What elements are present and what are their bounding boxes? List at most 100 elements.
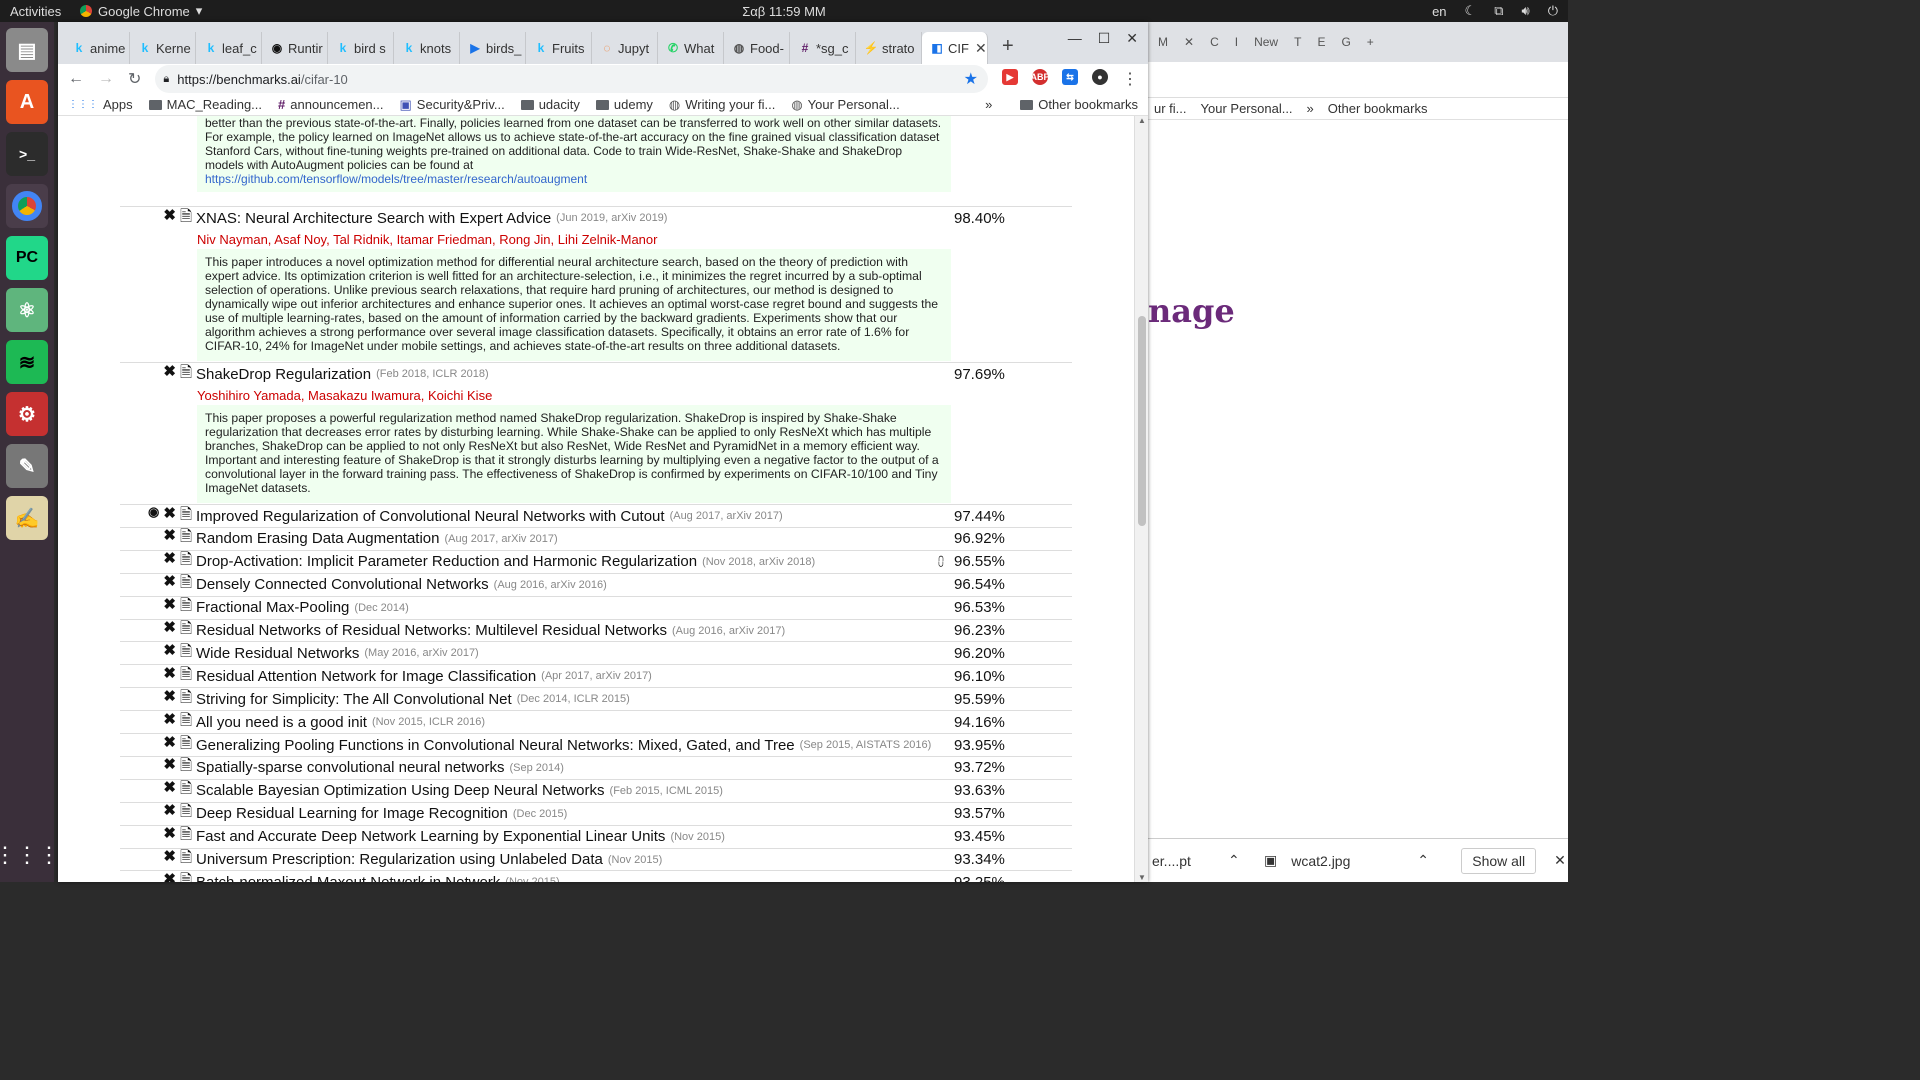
document-icon[interactable]: 🗎︎ (180, 687, 192, 712)
scroll-down-arrow-icon[interactable]: ▼ (1138, 873, 1146, 882)
document-icon[interactable]: 🗎︎ (180, 572, 192, 597)
bookmark-security-priv[interactable]: ▣ Security&Priv... (400, 97, 505, 113)
settings-icon[interactable]: ⚙ (6, 392, 48, 436)
back-tab[interactable]: M (1152, 28, 1174, 56)
paper-title[interactable]: Residual Networks of Residual Networks: … (196, 622, 667, 639)
show-all-button[interactable]: Show all (1461, 847, 1537, 874)
download-item[interactable]: wcat2.jpg (1277, 853, 1417, 869)
translate-ext-icon[interactable]: ⇆ (1062, 69, 1078, 85)
minimize-icon[interactable]: — (1068, 30, 1082, 47)
terminal-icon[interactable]: >_ (6, 132, 48, 176)
bookmark-mac-reading[interactable]: MAC_Reading... (148, 97, 262, 112)
new-tab-icon[interactable]: + (1361, 28, 1380, 56)
forward-arrow-icon[interactable]: → (98, 70, 114, 88)
close-icon[interactable]: ✖ (163, 504, 176, 529)
paper-title[interactable]: Random Erasing Data Augmentation (196, 530, 439, 547)
chevron-up-icon[interactable]: ⌃ (1228, 852, 1256, 869)
document-icon[interactable]: 🗎︎ (180, 801, 192, 826)
close-icon[interactable]: ✖ (163, 778, 176, 803)
back-tab[interactable]: G (1335, 28, 1356, 56)
spotify-icon[interactable]: ≋ (6, 340, 48, 384)
tab-what[interactable]: ✆ What (658, 32, 724, 64)
close-icon[interactable]: ✕ (1554, 852, 1566, 869)
tab-kerne[interactable]: k Kerne (130, 32, 196, 64)
back-arrow-icon[interactable]: ← (68, 70, 84, 88)
close-icon[interactable]: ✖ (163, 687, 176, 712)
show-apps-icon[interactable]: ⋮⋮⋮ (0, 842, 60, 868)
reload-icon[interactable]: ↻ (128, 69, 141, 89)
document-icon[interactable]: 🗎︎ (180, 362, 192, 387)
paper-title[interactable]: Fractional Max-Pooling (196, 599, 349, 616)
paper-title[interactable]: Wide Residual Networks (196, 645, 359, 662)
download-item[interactable]: er....pt (1148, 853, 1228, 869)
network-icon[interactable]: ⧉ (1494, 3, 1503, 19)
close-icon[interactable]: ✖ (163, 206, 176, 231)
close-icon[interactable]: ✖ (163, 847, 176, 872)
close-icon[interactable]: ✕ (1178, 28, 1200, 56)
files-app-icon[interactable]: ▤ (6, 28, 48, 72)
tab-jupyt[interactable]: ◌ Jupyt (592, 32, 658, 64)
document-icon[interactable]: 🗎︎ (180, 824, 192, 849)
volume-icon[interactable]: 🔊︎ (1522, 3, 1530, 19)
back-tab[interactable]: I (1229, 28, 1244, 56)
app-menu[interactable]: Google Chrome ▾ (80, 3, 202, 19)
tab-anime[interactable]: k anime (64, 32, 130, 64)
paper-title[interactable]: Fast and Accurate Deep Network Learning … (196, 828, 665, 845)
adblock-ext-icon[interactable]: ABP (1031, 69, 1050, 85)
text-editor-icon[interactable]: ✍ (6, 496, 48, 540)
new-tab-button[interactable]: + (1002, 35, 1014, 58)
document-icon[interactable]: 🗎︎ (180, 504, 192, 529)
chrome-dock-icon[interactable] (6, 184, 48, 228)
other-bookmarks-folder[interactable]: Other bookmarks (1020, 97, 1138, 112)
page-scrollbar[interactable]: ▲ ▼ (1134, 116, 1148, 882)
tab-sg-c[interactable]: # *sg_c (790, 32, 856, 64)
document-icon[interactable]: 🗎︎ (180, 847, 192, 872)
close-icon[interactable]: ✖ (163, 664, 176, 689)
tab-leaf-c[interactable]: k leaf_c (196, 32, 262, 64)
language-indicator[interactable]: en (1432, 4, 1446, 19)
document-icon[interactable]: 🗎︎ (180, 618, 192, 643)
document-icon[interactable]: 🗎︎ (180, 549, 192, 574)
menu-kebab-icon[interactable]: ⋮ (1122, 69, 1138, 89)
close-icon[interactable]: ✖ (163, 595, 176, 620)
address-bar[interactable]: 🔒︎ https://benchmarks.ai/cifar-10 ★ (155, 65, 988, 93)
tab-fruits[interactable]: k Fruits (526, 32, 592, 64)
close-icon[interactable]: ✖ (163, 618, 176, 643)
back-tab[interactable]: E (1311, 28, 1331, 56)
bookmark-udemy[interactable]: udemy (595, 97, 653, 112)
pycharm-icon[interactable]: PC (6, 236, 48, 280)
paper-title[interactable]: Drop-Activation: Implicit Parameter Redu… (196, 553, 697, 570)
close-icon[interactable]: ✖ (163, 362, 176, 387)
close-icon[interactable]: ✖ (163, 755, 176, 780)
profile-avatar[interactable]: ● (1092, 69, 1108, 85)
github-icon[interactable]: ◉ (148, 504, 159, 529)
back-other-bookmarks[interactable]: Other bookmarks (1328, 101, 1428, 116)
expand-icon[interactable]: ⩇ (938, 554, 944, 570)
paper-title[interactable]: XNAS: Neural Architecture Search with Ex… (196, 210, 551, 227)
paper-title[interactable]: Densely Connected Convolutional Networks (196, 576, 489, 593)
bookmarks-more-button[interactable]: » (985, 97, 992, 112)
paper-title[interactable]: Batch-normalized Maxout Network in Netwo… (196, 874, 500, 882)
bookmark-udacity[interactable]: udacity (520, 97, 580, 112)
document-icon[interactable]: 🗎︎ (180, 641, 192, 666)
back-bookmark[interactable]: Your Personal... (1201, 101, 1293, 116)
tab-bird-s[interactable]: k bird s (328, 32, 394, 64)
paper-title[interactable]: Deep Residual Learning for Image Recogni… (196, 805, 508, 822)
back-tab[interactable]: T (1288, 28, 1307, 56)
document-icon[interactable]: 🗎︎ (180, 595, 192, 620)
close-icon[interactable]: ✖ (163, 549, 176, 574)
youtube-ext-icon[interactable]: ▶ (1002, 69, 1018, 85)
document-icon[interactable]: 🗎︎ (180, 664, 192, 689)
tab-knots[interactable]: k knots (394, 32, 460, 64)
document-icon[interactable]: 🗎︎ (180, 733, 192, 758)
paper-title[interactable]: Spatially-sparse convolutional neural ne… (196, 759, 505, 776)
clock[interactable]: Σαβ 11:59 ΜΜ (742, 4, 825, 19)
bookmark-star-icon[interactable]: ★ (964, 69, 978, 89)
paper-title[interactable]: Universum Prescription: Regularization u… (196, 851, 603, 868)
bookmark-your-personal[interactable]: ◍ Your Personal... (791, 97, 899, 113)
close-icon[interactable]: ✖ (163, 733, 176, 758)
maximize-icon[interactable]: ☐ (1098, 30, 1111, 47)
atom-icon[interactable]: ⚛ (6, 288, 48, 332)
chevron-up-icon[interactable]: ⌃ (1417, 852, 1447, 869)
close-icon[interactable]: ✖ (163, 710, 176, 735)
